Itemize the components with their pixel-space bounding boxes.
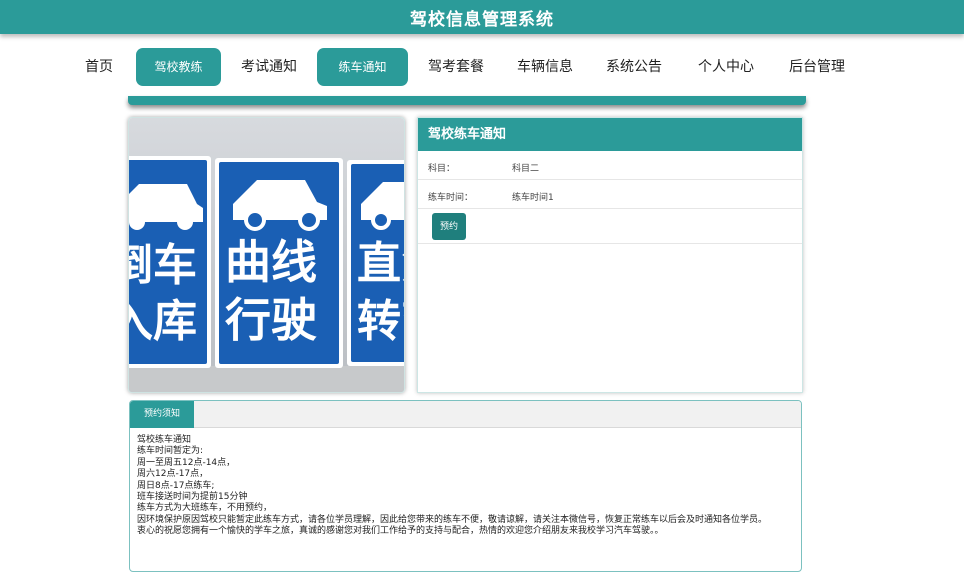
- tips-content: 驾校练车通知 练车时间暂定为: 周一至周五12点-14点， 周六12点-17点，…: [130, 428, 801, 538]
- practice-time-label: 练车时间：: [428, 193, 474, 203]
- tips-line: 周六12点-17点，: [137, 469, 209, 480]
- nav-divider: [128, 96, 806, 105]
- nav-item-home[interactable]: 首页: [80, 48, 118, 86]
- site-title: 驾校信息管理系统: [410, 10, 554, 30]
- svg-text:行驶: 行驶: [225, 293, 317, 347]
- sign-right-angle-turn: 直角 转弯: [347, 160, 405, 366]
- notice-actions: 预约: [418, 209, 802, 244]
- nav-item-vehicles[interactable]: 车辆信息: [512, 48, 578, 86]
- svg-text:直角: 直角: [357, 238, 405, 289]
- nav-item-practice-notice[interactable]: 练车通知: [317, 48, 408, 86]
- notice-row-time: 练车时间： 练车时间1: [418, 180, 802, 209]
- svg-text:入库: 入库: [129, 296, 197, 347]
- top-header-bar: 驾校信息管理系统: [0, 0, 964, 34]
- sign-reverse-parking: 倒车 入库: [129, 156, 211, 368]
- nav-item-coaches[interactable]: 驾校教练: [136, 48, 221, 86]
- nav-item-admin[interactable]: 后台管理: [784, 48, 850, 86]
- tips-line: 练车方式为大班练车，不用预约，: [137, 503, 273, 514]
- practice-notice-card: 驾校练车通知 科目： 科目二 练车时间： 练车时间1 预约: [417, 117, 803, 393]
- practice-time-value: 练车时间1: [512, 193, 554, 203]
- svg-text:倒车: 倒车: [129, 240, 197, 291]
- tips-line: 班车接送时间为提前15分钟: [137, 492, 248, 503]
- tab-booking-tips[interactable]: 预约须知: [130, 401, 194, 428]
- booking-tips-panel: 预约须知 驾校练车通知 练车时间暂定为: 周一至周五12点-14点， 周六12点…: [129, 400, 802, 572]
- main-nav: 首页 驾校教练 考试通知 练车通知 驾考套餐 车辆信息 系统公告 个人中心 后台…: [0, 48, 964, 86]
- subject-label: 科目：: [428, 164, 456, 174]
- tips-line: 周日8点-17点练车;: [137, 480, 215, 491]
- book-button[interactable]: 预约: [432, 213, 466, 240]
- nav-item-exam-notice[interactable]: 考试通知: [236, 48, 302, 86]
- tips-line: 周一至周五12点-14点，: [137, 457, 236, 468]
- subject-value: 科目二: [512, 164, 540, 174]
- training-photo: 倒车 入库 曲线 行驶 直角 转弯: [128, 117, 405, 393]
- tips-line: 衷心的祝愿您拥有一个愉快的学车之旅，真诚的感谢您对我们工作给予的支持与配合，热情…: [137, 526, 664, 537]
- nav-item-packages[interactable]: 驾考套餐: [423, 48, 489, 86]
- svg-text:转弯: 转弯: [357, 296, 405, 347]
- sign-curve-driving: 曲线 行驶: [215, 158, 343, 368]
- tips-line: 练车时间暂定为:: [137, 446, 204, 457]
- tips-tabbar: 预约须知: [130, 401, 801, 428]
- tips-line: 驾校练车通知: [137, 435, 192, 445]
- svg-text:曲线: 曲线: [225, 235, 317, 289]
- nav-item-announcements[interactable]: 系统公告: [601, 48, 667, 86]
- notice-title: 驾校练车通知: [418, 118, 802, 151]
- notice-row-subject: 科目： 科目二: [418, 151, 802, 180]
- tips-line: 因环境保护原因驾校只能暂定此练车方式，请各位学员理解，因此给您带来的练车不便，敬…: [137, 514, 768, 525]
- nav-item-profile[interactable]: 个人中心: [693, 48, 759, 86]
